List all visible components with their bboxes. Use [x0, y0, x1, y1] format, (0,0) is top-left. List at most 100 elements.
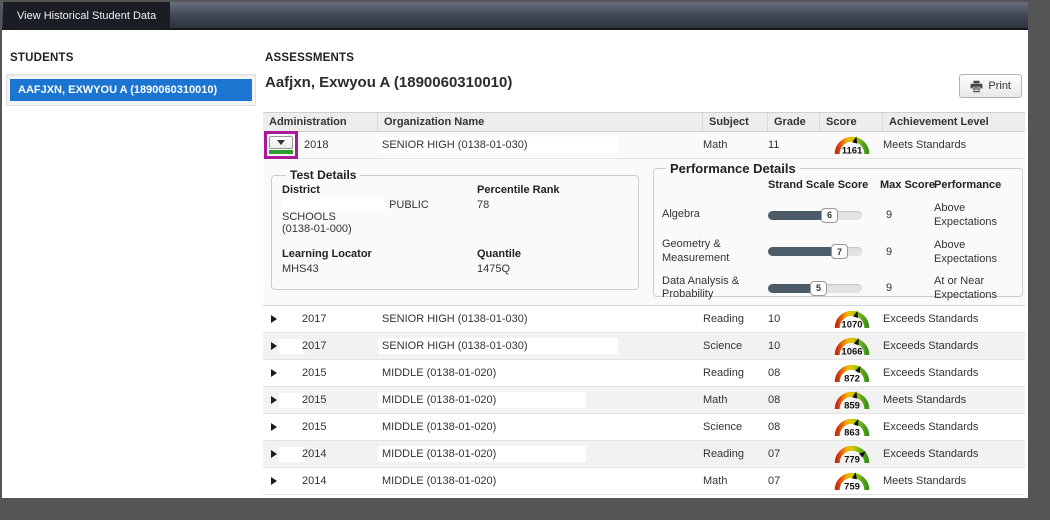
organization-name: MIDDLE (0138-01-020)	[378, 473, 500, 489]
assessments-panel-title: ASSESSMENTS	[265, 52, 354, 64]
svg-text:872: 872	[844, 374, 860, 385]
assessment-row[interactable]: 2015MIDDLE (0138-01-020)Reading08872Exce…	[263, 360, 1025, 387]
administration-year: 2014	[302, 475, 326, 487]
svg-text:863: 863	[844, 428, 860, 439]
test-details-fieldset: Test Details District PUBLIC SCHOOLS (01…	[271, 168, 639, 290]
strand-name: Algebra	[662, 204, 768, 226]
assessment-row[interactable]: 2015MIDDLE (0138-01-020)Math08859Meets S…	[263, 387, 1025, 414]
performance-value: At or Near Expectations	[934, 270, 1014, 307]
score-gauge-icon: 1066	[832, 333, 872, 359]
administration-year: 2015	[302, 421, 326, 433]
grade-cell: 07	[768, 448, 820, 460]
assessment-row[interactable]: 2015MIDDLE (0138-01-020)Science08863Exce…	[263, 414, 1025, 441]
organization-name: SENIOR HIGH (0138-01-030)	[378, 137, 532, 153]
collapse-row-button[interactable]	[269, 136, 293, 149]
score-cell: 1070	[820, 306, 883, 332]
tab-view-historical-student-data[interactable]: View Historical Student Data	[3, 2, 170, 30]
organization-name: MIDDLE (0138-01-020)	[378, 419, 500, 435]
subject-cell: Science	[703, 421, 768, 433]
organization-name: SENIOR HIGH (0138-01-030)	[378, 311, 532, 327]
max-score-value: 9	[880, 209, 934, 221]
score-gauge-icon: 863	[832, 414, 872, 440]
assessment-row[interactable]: 2014MIDDLE (0138-01-020)Math07759Meets S…	[263, 468, 1025, 495]
expand-caret-icon[interactable]	[271, 477, 277, 485]
subject-cell: Reading	[703, 448, 768, 460]
achievement-level-cell: Exceeds Standards	[883, 313, 1025, 325]
table-header-row: Administration Organization Name Subject…	[263, 112, 1025, 132]
score-cell: 859	[820, 387, 883, 413]
administration-year: 2017	[302, 313, 326, 325]
test-details-legend: Test Details	[286, 168, 360, 182]
strand-scale-score-header: Strand Scale Score	[768, 176, 880, 197]
top-navbar: View Historical Student Data	[2, 2, 1028, 30]
administration-year: 2014	[302, 448, 326, 460]
grade-cell: 08	[768, 394, 820, 406]
assessments-main: ASSESSMENTS Aafjxn, Exwyou A (1890060310…	[260, 30, 1028, 498]
col-header-score: Score	[820, 113, 883, 131]
assessment-row[interactable]: 2017 SENIOR HIGH (0138-01-030) Reading1010…	[263, 306, 1025, 333]
percentile-rank-value: 78	[477, 199, 628, 211]
score-cell: 863	[820, 414, 883, 440]
bar-value-badge: 6	[821, 208, 838, 223]
redaction-box	[532, 311, 618, 327]
app-frame: View Historical Student Data STUDENTS AA…	[0, 0, 1050, 520]
svg-text:779: 779	[844, 455, 860, 466]
assessment-row[interactable]: 2014 MIDDLE (0138-01-020) Reading07 779 Exce…	[263, 441, 1025, 468]
expanded-detail-panel: Test Details District PUBLIC SCHOOLS (01…	[263, 159, 1025, 306]
redaction-box	[500, 392, 586, 408]
expand-caret-icon[interactable]	[271, 369, 277, 377]
quantile-value: 1475Q	[477, 263, 628, 275]
score-cell: 872	[820, 360, 883, 386]
achievement-level-cell: Exceeds Standards	[883, 448, 1025, 460]
district-value: PUBLIC SCHOOLS	[282, 199, 477, 223]
grade-cell: 11	[768, 139, 820, 151]
max-score-header: Max Score	[880, 176, 934, 197]
svg-text:759: 759	[844, 482, 860, 493]
score-gauge-icon: 859	[832, 387, 872, 413]
expand-caret-icon[interactable]	[271, 315, 277, 323]
grade-cell: 08	[768, 367, 820, 379]
grade-cell: 10	[768, 313, 820, 325]
score-cell: 759	[820, 468, 883, 494]
subject-cell: Reading	[703, 367, 768, 379]
achievement-level-cell: Exceeds Standards	[883, 367, 1025, 379]
printer-icon	[970, 80, 983, 93]
print-button[interactable]: Print	[959, 74, 1022, 98]
expand-caret-icon[interactable]	[271, 450, 277, 458]
svg-text:1066: 1066	[841, 347, 862, 358]
chevron-down-icon	[277, 140, 285, 145]
strand-name: Geometry & Measurement	[662, 234, 768, 270]
redaction-box	[532, 338, 618, 354]
subject-cell: Reading	[703, 313, 768, 325]
subject-cell: Math	[703, 475, 768, 487]
administration-year: 2017	[302, 340, 326, 352]
green-strip	[269, 150, 293, 154]
score-gauge-icon: 1161	[832, 132, 872, 158]
expand-caret-icon[interactable]	[271, 396, 277, 404]
score-gauge-icon: 759	[832, 468, 872, 494]
col-header-organization-name: Organization Name	[378, 113, 703, 131]
score-cell: 1066	[820, 333, 883, 359]
performance-value: Above Expectations	[934, 234, 1014, 271]
subject-cell: Math	[703, 394, 768, 406]
score-gauge-icon: 872	[832, 360, 872, 386]
students-sidebar: STUDENTS AAFJXN, EXWYOU A (1890060310010…	[2, 30, 260, 498]
grade-cell: 07	[768, 475, 820, 487]
organization-name: MIDDLE (0138-01-020)	[378, 365, 500, 381]
redaction-box	[500, 446, 586, 462]
col-header-administration: Administration	[263, 113, 378, 131]
redaction-box	[282, 199, 386, 211]
svg-text:859: 859	[844, 401, 860, 412]
assessment-row[interactable]: 2017SENIOR HIGH (0138-01-030)Science1010…	[263, 333, 1025, 360]
learning-locator-label: Learning Locator	[282, 248, 477, 260]
expand-caret-icon[interactable]	[271, 423, 277, 431]
student-list-item-selected[interactable]: AAFJXN, EXWYOU A (1890060310010)	[10, 79, 252, 101]
score-cell: 779	[820, 441, 883, 467]
expand-caret-icon[interactable]	[271, 342, 277, 350]
assessment-row[interactable]: 2018SENIOR HIGH (0138-01-030)Math111161M…	[263, 132, 1025, 159]
performance-header: Performance	[934, 176, 1014, 197]
organization-name: MIDDLE (0138-01-020)	[378, 446, 500, 462]
learning-locator-value: MHS43	[282, 263, 477, 275]
performance-value: Above Expectations	[934, 197, 1014, 234]
svg-text:1161: 1161	[841, 146, 862, 157]
